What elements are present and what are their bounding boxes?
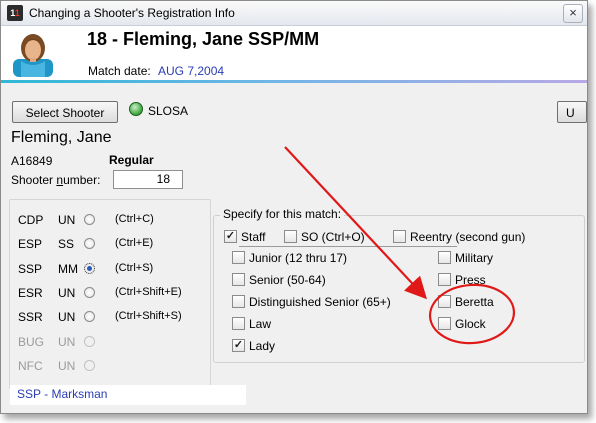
match-date-value: AUG 7,2004 <box>158 64 225 78</box>
options-separator <box>239 246 457 247</box>
division-class: UN <box>58 335 76 349</box>
avatar-icon <box>13 34 53 77</box>
division-shortcut: (Ctrl+C) <box>115 213 154 225</box>
division-radio-esp[interactable] <box>84 238 95 249</box>
division-shortcut: (Ctrl+E) <box>115 237 154 249</box>
division-code: BUG <box>18 335 45 349</box>
division-code: SSP <box>18 262 43 276</box>
match-options-title: Specify for this match: <box>220 207 345 221</box>
shooter-category: Regular <box>109 153 154 167</box>
status-indicator-icon <box>129 102 143 116</box>
division-class: MM <box>58 262 78 276</box>
military-checkbox[interactable] <box>438 251 451 264</box>
division-radio-bug <box>84 336 95 347</box>
military-label[interactable]: Military <box>455 251 493 265</box>
window-title: Changing a Shooter's Registration Info <box>29 6 235 20</box>
division-class: UN <box>58 286 76 300</box>
shooter-number-label: Shooter number: <box>11 173 101 187</box>
beretta-checkbox[interactable] <box>438 295 451 308</box>
division-radio-cdp[interactable] <box>84 214 95 225</box>
division-class: UN <box>58 213 76 227</box>
division-shortcut: (Ctrl+Shift+S) <box>115 310 182 322</box>
so-label[interactable]: SO (Ctrl+O) <box>301 230 365 244</box>
division-radio-esr[interactable] <box>84 287 95 298</box>
shooter-name: Fleming, Jane <box>11 129 112 146</box>
classification-link[interactable]: SSP - Marksman <box>17 387 107 401</box>
division-code: ESR <box>18 286 43 300</box>
junior-label[interactable]: Junior (12 thru 17) <box>249 251 347 265</box>
shooter-id: A16849 <box>11 154 53 168</box>
press-checkbox[interactable] <box>438 273 451 286</box>
lady-label[interactable]: Lady <box>249 339 275 353</box>
match-date-label: Match date: <box>88 64 151 78</box>
update-button[interactable]: U <box>557 101 587 123</box>
junior-checkbox[interactable] <box>232 251 245 264</box>
division-code: SSR <box>18 310 43 324</box>
division-radio-ssp[interactable] <box>84 263 95 274</box>
reentry-label[interactable]: Reentry (second gun) <box>410 230 525 244</box>
senior-checkbox[interactable] <box>232 273 245 286</box>
lady-checkbox[interactable]: ✓ <box>232 339 245 352</box>
division-code: CDP <box>18 213 44 227</box>
division-code: ESP <box>18 237 43 251</box>
status-label: SLOSA <box>148 104 189 118</box>
division-code: NFC <box>18 359 43 373</box>
app-icon: 11 <box>7 5 23 21</box>
division-class: UN <box>58 359 76 373</box>
staff-checkbox[interactable]: ✓ <box>224 230 237 243</box>
division-radio-nfc <box>84 360 95 371</box>
distinguished-senior-label[interactable]: Distinguished Senior (65+) <box>249 295 391 309</box>
distinguished-senior-checkbox[interactable] <box>232 295 245 308</box>
registration-window: 11 Changing a Shooter's Registration Inf… <box>0 0 588 414</box>
division-class: SS <box>58 237 75 251</box>
select-shooter-button[interactable]: Select Shooter <box>12 101 118 123</box>
division-class: UN <box>58 310 76 324</box>
division-shortcut: (Ctrl+Shift+E) <box>115 286 182 298</box>
so-checkbox[interactable] <box>284 230 297 243</box>
staff-label[interactable]: Staff <box>241 230 265 244</box>
beretta-label[interactable]: Beretta <box>455 295 494 309</box>
glock-checkbox[interactable] <box>438 317 451 330</box>
close-button[interactable]: × <box>563 4 583 23</box>
glock-label[interactable]: Glock <box>455 317 486 331</box>
title-bar[interactable]: 11 Changing a Shooter's Registration Inf… <box>1 1 587 26</box>
division-shortcut: (Ctrl+S) <box>115 262 154 274</box>
division-radio-ssr[interactable] <box>84 311 95 322</box>
law-checkbox[interactable] <box>232 317 245 330</box>
reentry-checkbox[interactable] <box>393 230 406 243</box>
shooter-number-field[interactable]: 18 <box>113 170 183 189</box>
shooter-heading: 18 - Fleming, Jane SSP/MM <box>87 29 320 49</box>
header-accent-line <box>1 80 587 83</box>
law-label[interactable]: Law <box>249 317 271 331</box>
press-label[interactable]: Press <box>455 273 486 287</box>
senior-label[interactable]: Senior (50-64) <box>249 273 326 287</box>
